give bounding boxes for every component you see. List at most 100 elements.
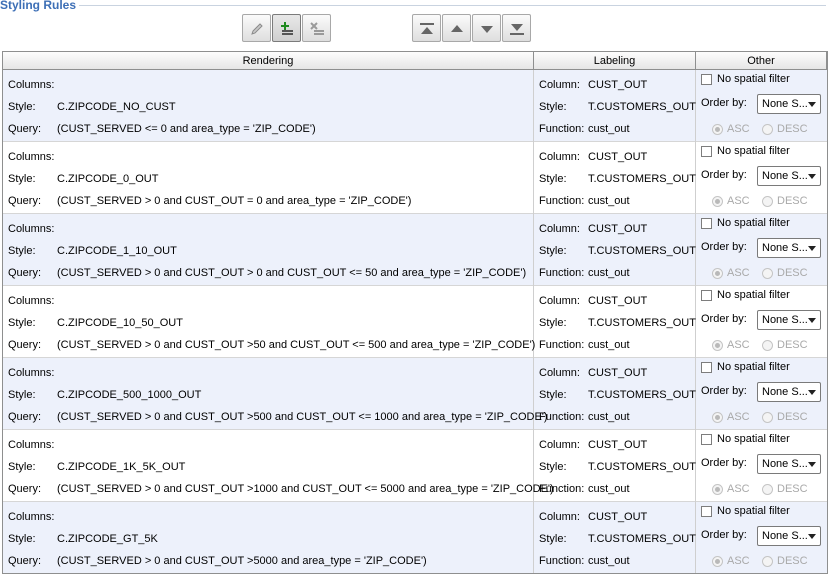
label-function-label: Function:	[539, 267, 585, 279]
order-by-select[interactable]: None S...	[757, 94, 821, 114]
labeling-cell[interactable]: Column: CUST_OUT Style: T.CUSTOMERS_OUT …	[534, 286, 696, 358]
desc-radio[interactable]	[762, 412, 773, 423]
rendering-cell[interactable]: Columns: Style: C.ZIPCODE_500_1000_OUT Q…	[3, 358, 548, 430]
rendering-cell[interactable]: Columns: Style: C.ZIPCODE_0_OUT Query: (…	[3, 142, 534, 214]
asc-radio[interactable]	[712, 556, 723, 567]
rendering-cell[interactable]: Columns: Style: C.ZIPCODE_1_10_OUT Query…	[3, 214, 534, 286]
move-top-button[interactable]	[412, 14, 441, 42]
table-row[interactable]: Columns: Style: C.ZIPCODE_500_1000_OUT Q…	[3, 358, 827, 430]
move-up-button[interactable]	[442, 14, 471, 42]
label-style-value: T.CUSTOMERS_OUT	[588, 389, 696, 401]
table-row[interactable]: Columns: Style: C.ZIPCODE_10_50_OUT Quer…	[3, 286, 827, 358]
no-spatial-filter-checkbox[interactable]	[701, 74, 712, 85]
query-value: (CUST_SERVED > 0 and CUST_OUT >1000 and …	[57, 483, 554, 495]
asc-radio[interactable]	[712, 412, 723, 423]
no-spatial-filter-checkbox[interactable]	[701, 290, 712, 301]
query-label: Query:	[8, 555, 42, 567]
order-by-label: Order by:	[701, 457, 747, 469]
no-spatial-filter-checkbox[interactable]	[701, 362, 712, 373]
rendering-cell[interactable]: Columns: Style: C.ZIPCODE_1K_5K_OUT Quer…	[3, 430, 554, 502]
asc-label: ASC	[727, 339, 750, 351]
desc-label: DESC	[777, 195, 808, 207]
order-by-select[interactable]: None S...	[757, 454, 821, 474]
no-spatial-filter-checkbox[interactable]	[701, 506, 712, 517]
chevron-down-icon	[808, 102, 816, 107]
add-rule-button[interactable]	[272, 14, 301, 42]
asc-radio[interactable]	[712, 340, 723, 351]
label-style-label: Style:	[539, 533, 567, 545]
other-cell: No spatial filter Order by: None S... AS…	[696, 286, 827, 358]
desc-label: DESC	[777, 555, 808, 567]
asc-radio[interactable]	[712, 268, 723, 279]
desc-radio[interactable]	[762, 268, 773, 279]
no-spatial-filter-checkbox[interactable]	[701, 218, 712, 229]
table-row[interactable]: Columns: Style: C.ZIPCODE_NO_CUST Query:…	[3, 70, 827, 142]
order-by-value: None S...	[762, 242, 808, 254]
column-header-labeling[interactable]: Labeling	[534, 52, 696, 70]
order-by-select[interactable]: None S...	[757, 166, 821, 186]
desc-radio[interactable]	[762, 556, 773, 567]
label-column-value: CUST_OUT	[588, 151, 648, 163]
label-function-value: cust_out	[588, 555, 630, 567]
table-row[interactable]: Columns: Style: C.ZIPCODE_1_10_OUT Query…	[3, 214, 827, 286]
query-label: Query:	[8, 339, 42, 351]
label-column-value: CUST_OUT	[588, 511, 648, 523]
desc-label: DESC	[777, 411, 808, 423]
order-by-select[interactable]: None S...	[757, 382, 821, 402]
column-header-rendering[interactable]: Rendering	[3, 52, 534, 70]
labeling-cell[interactable]: Column: CUST_OUT Style: T.CUSTOMERS_OUT …	[534, 358, 696, 430]
header-divider	[74, 5, 826, 6]
no-spatial-filter-checkbox[interactable]	[701, 434, 712, 445]
query-label: Query:	[8, 195, 42, 207]
desc-radio[interactable]	[762, 196, 773, 207]
order-by-label: Order by:	[701, 313, 747, 325]
query-value: (CUST_SERVED > 0 and CUST_OUT >5000 and …	[57, 555, 427, 567]
labeling-cell[interactable]: Column: CUST_OUT Style: T.CUSTOMERS_OUT …	[534, 430, 696, 502]
order-by-select[interactable]: None S...	[757, 310, 821, 330]
labeling-cell[interactable]: Column: CUST_OUT Style: T.CUSTOMERS_OUT …	[534, 70, 696, 142]
chevron-down-icon	[808, 462, 816, 467]
table-row[interactable]: Columns: Style: C.ZIPCODE_0_OUT Query: (…	[3, 142, 827, 214]
desc-radio[interactable]	[762, 484, 773, 495]
other-cell: No spatial filter Order by: None S... AS…	[696, 502, 827, 573]
other-cell: No spatial filter Order by: None S... AS…	[696, 70, 827, 142]
label-style-label: Style:	[539, 173, 567, 185]
label-column-value: CUST_OUT	[588, 79, 648, 91]
label-function-value: cust_out	[588, 411, 630, 423]
style-label: Style:	[8, 173, 36, 185]
table-row[interactable]: Columns: Style: C.ZIPCODE_1K_5K_OUT Quer…	[3, 430, 827, 502]
columns-label: Columns:	[8, 151, 55, 163]
query-value: (CUST_SERVED > 0 and CUST_OUT = 0 and ar…	[57, 195, 412, 207]
edit-rule-button[interactable]	[242, 14, 271, 42]
table-row[interactable]: Columns: Style: C.ZIPCODE_GT_5K Query: (…	[3, 502, 827, 573]
asc-label: ASC	[727, 267, 750, 279]
desc-radio[interactable]	[762, 124, 773, 135]
move-bottom-button[interactable]	[502, 14, 531, 42]
labeling-cell[interactable]: Column: CUST_OUT Style: T.CUSTOMERS_OUT …	[534, 502, 696, 573]
asc-radio[interactable]	[712, 124, 723, 135]
style-label: Style:	[8, 101, 36, 113]
labeling-cell[interactable]: Column: CUST_OUT Style: T.CUSTOMERS_OUT …	[534, 214, 696, 286]
rendering-cell[interactable]: Columns: Style: C.ZIPCODE_10_50_OUT Quer…	[3, 286, 535, 358]
labeling-cell[interactable]: Column: CUST_OUT Style: T.CUSTOMERS_OUT …	[534, 142, 696, 214]
desc-radio[interactable]	[762, 340, 773, 351]
style-label: Style:	[8, 533, 36, 545]
order-by-select[interactable]: None S...	[757, 526, 821, 546]
style-label: Style:	[8, 245, 36, 257]
label-column-label: Column:	[539, 439, 580, 451]
rendering-cell[interactable]: Columns: Style: C.ZIPCODE_NO_CUST Query:…	[3, 70, 534, 142]
delete-rule-button[interactable]	[302, 14, 331, 42]
asc-radio[interactable]	[712, 196, 723, 207]
label-function-value: cust_out	[588, 123, 630, 135]
style-label: Style:	[8, 389, 36, 401]
no-spatial-filter-checkbox[interactable]	[701, 146, 712, 157]
style-value: C.ZIPCODE_10_50_OUT	[57, 317, 183, 329]
move-down-button[interactable]	[472, 14, 501, 42]
rendering-cell[interactable]: Columns: Style: C.ZIPCODE_GT_5K Query: (…	[3, 502, 534, 573]
chevron-down-icon	[808, 174, 816, 179]
style-value: C.ZIPCODE_1_10_OUT	[57, 245, 177, 257]
order-by-select[interactable]: None S...	[757, 238, 821, 258]
column-header-other[interactable]: Other	[696, 52, 827, 70]
asc-radio[interactable]	[712, 484, 723, 495]
style-value: C.ZIPCODE_500_1000_OUT	[57, 389, 202, 401]
